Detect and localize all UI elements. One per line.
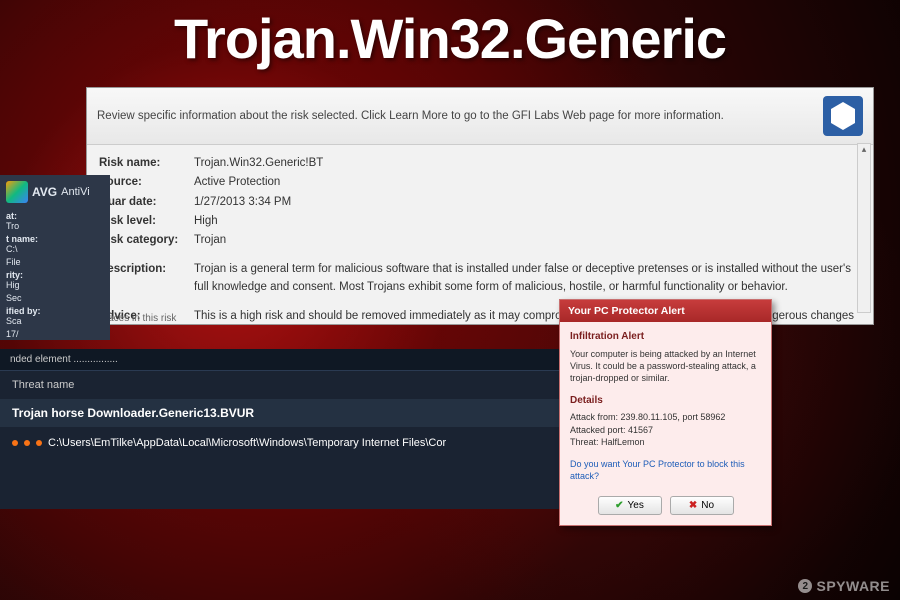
pc-protector-alert: Your PC Protector Alert Infiltration Ale… (559, 299, 772, 526)
avg-brand: AVG (32, 185, 57, 199)
alert-question-link[interactable]: Do you want Your PC Protector to block t… (570, 458, 761, 482)
description-value: Trojan is a general term for malicious s… (194, 261, 861, 296)
page-title: Trojan.Win32.Generic (174, 6, 726, 71)
avg-panel: AVG AntiVi at: Tro t name: C:\ File rity… (0, 175, 110, 340)
risk-name-value: Trojan.Win32.Generic!BT (194, 155, 861, 172)
avg-tname-label: t name: (6, 234, 104, 244)
alert-detail-attacked-port: Attacked port: 41567 (570, 424, 761, 436)
risk-level-label: Risk level: (99, 213, 194, 230)
threat-panel: nded element ................ Threat nam… (0, 349, 560, 509)
alert-yes-button[interactable]: ✔ Yes (598, 496, 662, 515)
avg-logo-icon (6, 181, 28, 203)
threat-ended-text: nded element ................ (0, 349, 560, 371)
alert-body-text: Your computer is being attacked by an In… (570, 348, 761, 384)
risk-level-value: High (194, 213, 861, 230)
avg-rity-label: rity: (6, 270, 104, 280)
quar-date-value: 1/27/2013 3:34 PM (194, 194, 861, 211)
avg-product: AntiVi (61, 186, 90, 198)
avg-hig-val: Hig (6, 280, 104, 290)
severity-dot-icon (24, 440, 30, 446)
description-label: Description: (99, 261, 194, 296)
alert-no-button[interactable]: ✖ No (670, 496, 734, 515)
risk-detail-panel: Review specific information about the ri… (86, 87, 874, 325)
cross-icon: ✖ (689, 500, 697, 511)
threat-name-row[interactable]: Trojan horse Downloader.Generic13.BVUR (0, 399, 560, 427)
threat-path-text: C:\Users\EmTilke\AppData\Local\Microsoft… (48, 437, 446, 449)
risk-category-value: Trojan (194, 232, 861, 249)
severity-dot-icon (36, 440, 42, 446)
source-value: Active Protection (194, 174, 861, 191)
alert-yes-label: Yes (628, 500, 644, 511)
watermark-text: SPYWARE (816, 578, 890, 594)
source-label: Source: (99, 174, 194, 191)
avg-file-val: File (6, 257, 104, 267)
alert-no-label: No (701, 500, 714, 511)
avg-date-val: 17/ (6, 329, 104, 339)
severity-dot-icon (12, 440, 18, 446)
risk-name-label: Risk name: (99, 155, 194, 172)
alert-detail-threat: Threat: HalfLemon (570, 436, 761, 448)
risk-panel-header: Review specific information about the ri… (87, 88, 873, 145)
avg-tro-val: Tro (6, 221, 104, 231)
risk-category-label: Risk category: (99, 232, 194, 249)
alert-sub-infiltration: Infiltration Alert (570, 330, 761, 344)
avg-ified-label: ified by: (6, 306, 104, 316)
threat-path-row[interactable]: C:\Users\EmTilke\AppData\Local\Microsoft… (0, 427, 560, 509)
quar-date-label: Quar date: (99, 194, 194, 211)
risk-panel-body: Risk name:Trojan.Win32.Generic!BT Source… (87, 145, 873, 325)
alert-detail-attack-from: Attack from: 239.80.11.105, port 58962 (570, 411, 761, 423)
scrollbar[interactable] (857, 143, 871, 313)
avg-sca-val: Sca (6, 316, 104, 326)
alert-title: Your PC Protector Alert (560, 300, 771, 322)
watermark-badge-icon: 2 (798, 579, 812, 593)
avg-sec-val: Sec (6, 293, 104, 303)
avg-path-val: C:\ (6, 244, 104, 254)
threat-column-header: Threat name (0, 371, 560, 399)
check-icon: ✔ (615, 500, 623, 511)
alert-sub-details: Details (570, 394, 761, 408)
watermark: 2 SPYWARE (798, 578, 890, 594)
avg-at-label: at: (6, 211, 104, 221)
risk-panel-header-text: Review specific information about the ri… (97, 110, 724, 122)
gfi-shield-icon (823, 96, 863, 136)
